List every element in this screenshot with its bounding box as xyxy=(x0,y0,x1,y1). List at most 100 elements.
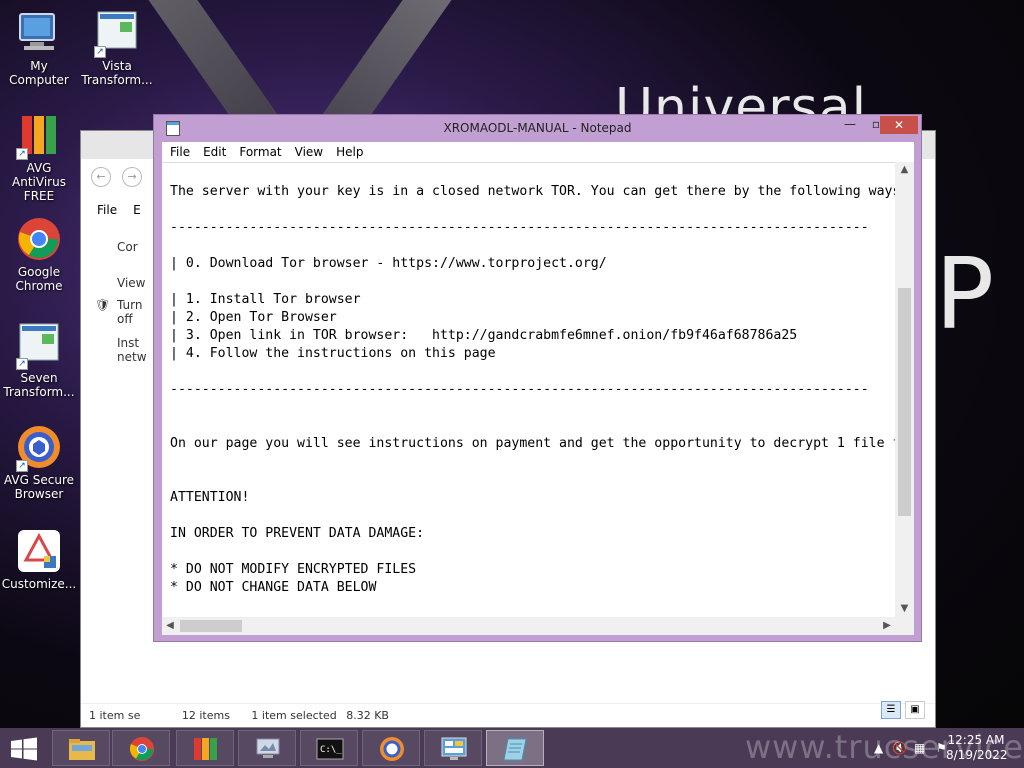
avg-browser-icon: ↗ xyxy=(16,424,62,472)
desktop-icon-label: Seven Transform... xyxy=(3,371,75,399)
desktop-icon-seven-transform[interactable]: ↗ Seven Transform... xyxy=(0,322,78,399)
scroll-left-icon[interactable]: ◀ xyxy=(162,617,178,635)
taskbar-notepad[interactable] xyxy=(486,730,544,766)
taskbar-cmd[interactable]: C:\_ xyxy=(300,730,358,766)
desktop-icon-my-computer[interactable]: My Computer xyxy=(0,10,78,87)
desktop-icon-label: AVG AntiVirus FREE xyxy=(12,161,66,203)
notepad-icon xyxy=(502,736,530,762)
watermark-text: www.trucservicecom xyxy=(745,728,1024,766)
explorer-menu-edit[interactable]: E xyxy=(133,203,141,217)
avg-browser-icon xyxy=(378,736,406,762)
control-panel-icon xyxy=(440,736,468,762)
explorer-menu: File E xyxy=(97,203,157,217)
notepad-line: The server with your key is in a closed … xyxy=(170,184,895,199)
taskbar-control-panel[interactable] xyxy=(424,730,482,766)
taskbar-chrome[interactable] xyxy=(112,730,170,766)
notepad-line: ----------------------------------------… xyxy=(170,382,869,397)
notepad-line xyxy=(170,453,895,471)
avg-icon xyxy=(192,736,220,762)
svg-text:C:\_: C:\_ xyxy=(320,745,342,755)
details-view-icon[interactable]: ☰ xyxy=(881,701,901,719)
notepad-line: ----------------------------------------… xyxy=(170,220,869,235)
desktop-icon-label: Vista Transform... xyxy=(81,59,153,87)
notepad-line xyxy=(170,363,895,381)
desktop-icon-avg-secure-browser[interactable]: ↗ AVG Secure Browser xyxy=(0,424,78,501)
menu-file[interactable]: File xyxy=(170,145,190,159)
computer-icon xyxy=(16,10,62,56)
file-explorer-icon xyxy=(68,736,96,762)
shortcut-arrow-icon: ↗ xyxy=(16,358,28,370)
remote-icon xyxy=(254,736,282,762)
minimize-icon[interactable]: — xyxy=(837,115,863,135)
taskbar-avg-browser[interactable] xyxy=(362,730,420,766)
explorer-menu-file[interactable]: File xyxy=(97,203,117,217)
back-arrow-icon[interactable]: ← xyxy=(91,167,111,187)
scroll-corner xyxy=(895,617,914,635)
desktop-icon-customize[interactable]: Customize... xyxy=(0,528,78,591)
notepad-line xyxy=(170,543,895,561)
explorer-side-status: 1 item se xyxy=(89,709,141,722)
windows-start-icon[interactable] xyxy=(10,737,38,761)
notepad-line: * DO NOT CHANGE DATA BELOW xyxy=(170,580,377,595)
chrome-icon xyxy=(16,216,62,262)
notepad-line: ATTENTION! xyxy=(170,490,250,505)
explorer-pane-text[interactable]: Inst netw xyxy=(117,336,147,364)
scroll-right-icon[interactable]: ▶ xyxy=(879,617,895,635)
notepad-window[interactable]: XROMAODL-MANUAL - Notepad — ▫ ✕ File Edit… xyxy=(153,114,922,642)
desktop-icon-label: Customize... xyxy=(1,577,77,591)
horizontal-scroll-thumb[interactable] xyxy=(180,620,242,632)
menu-help[interactable]: Help xyxy=(336,145,363,159)
notepad-line xyxy=(170,201,895,219)
menu-view[interactable]: View xyxy=(295,145,323,159)
menu-edit[interactable]: Edit xyxy=(203,145,226,159)
menu-format[interactable]: Format xyxy=(239,145,281,159)
notepad-line: | 3. Open link in TOR browser: http://ga… xyxy=(170,328,798,343)
notepad-line xyxy=(170,237,895,255)
taskbar-avg[interactable] xyxy=(176,730,234,766)
notepad-menubar: File Edit Format View Help xyxy=(162,142,914,162)
cmd-icon: C:\_ xyxy=(316,736,344,762)
notepad-line: | 4. Follow the instructions on this pag… xyxy=(170,346,496,361)
status-size: 8.32 KB xyxy=(346,709,389,722)
horizontal-scrollbar[interactable]: ◀ ▶ xyxy=(162,617,895,635)
scroll-down-icon[interactable]: ▼ xyxy=(895,601,914,617)
desktop-icon-vista-transform[interactable]: ↗ Vista Transform... xyxy=(78,10,156,87)
chrome-icon xyxy=(128,736,156,762)
shortcut-arrow-icon: ↗ xyxy=(16,460,28,472)
notepad-line: | 1. Install Tor browser xyxy=(170,292,361,307)
status-item-count: 12 items xyxy=(181,709,230,722)
notepad-client: File Edit Format View Help The server with y… xyxy=(162,142,914,635)
vertical-scrollbar[interactable]: ▲ ▼ xyxy=(895,162,914,617)
notepad-app-icon[interactable] xyxy=(166,121,180,136)
notepad-line xyxy=(170,399,895,417)
transform-icon: ↗ xyxy=(16,322,62,370)
avg-icon: ↗ xyxy=(16,112,62,160)
explorer-pane-text[interactable]: Turn off xyxy=(117,298,145,326)
notepad-line xyxy=(170,507,895,525)
vertical-scroll-thumb[interactable] xyxy=(898,288,911,516)
transform-icon: ↗ xyxy=(94,10,140,58)
desktop-icon-avg-antivirus[interactable]: ↗ AVG AntiVirus FREE xyxy=(0,112,78,203)
explorer-pane-text[interactable]: View xyxy=(117,276,145,290)
notepad-title[interactable]: XROMAODL-MANUAL - Notepad xyxy=(154,115,921,143)
shield-icon: 🛡 xyxy=(95,298,111,312)
notepad-line xyxy=(170,273,895,291)
notepad-line: | 2. Open Tor Browser xyxy=(170,310,337,325)
large-icons-view-icon[interactable]: ▣ xyxy=(905,701,925,719)
desktop-icon-google-chrome[interactable]: Google Chrome xyxy=(0,216,78,293)
shortcut-arrow-icon: ↗ xyxy=(94,46,106,58)
notepad-line: On our page you will see instructions on… xyxy=(170,436,895,451)
explorer-pane-text: Cor xyxy=(117,240,138,254)
explorer-status-bar: 1 item se 12 items 1 item selected 8.32 … xyxy=(81,703,935,727)
desktop-icon-label: My Computer xyxy=(9,59,69,87)
wallpaper-text: P xyxy=(935,238,995,352)
taskbar-remote[interactable] xyxy=(238,730,296,766)
desktop-icon-label: Google Chrome xyxy=(15,265,63,293)
close-icon[interactable]: ✕ xyxy=(880,116,918,134)
scroll-up-icon[interactable]: ▲ xyxy=(895,162,914,178)
notepad-text-area[interactable]: The server with your key is in a closed … xyxy=(162,162,895,617)
customize-icon xyxy=(16,528,62,574)
forward-arrow-icon[interactable]: → xyxy=(122,167,143,187)
status-selected: 1 item selected xyxy=(251,709,337,722)
taskbar-file-explorer[interactable] xyxy=(52,730,110,766)
